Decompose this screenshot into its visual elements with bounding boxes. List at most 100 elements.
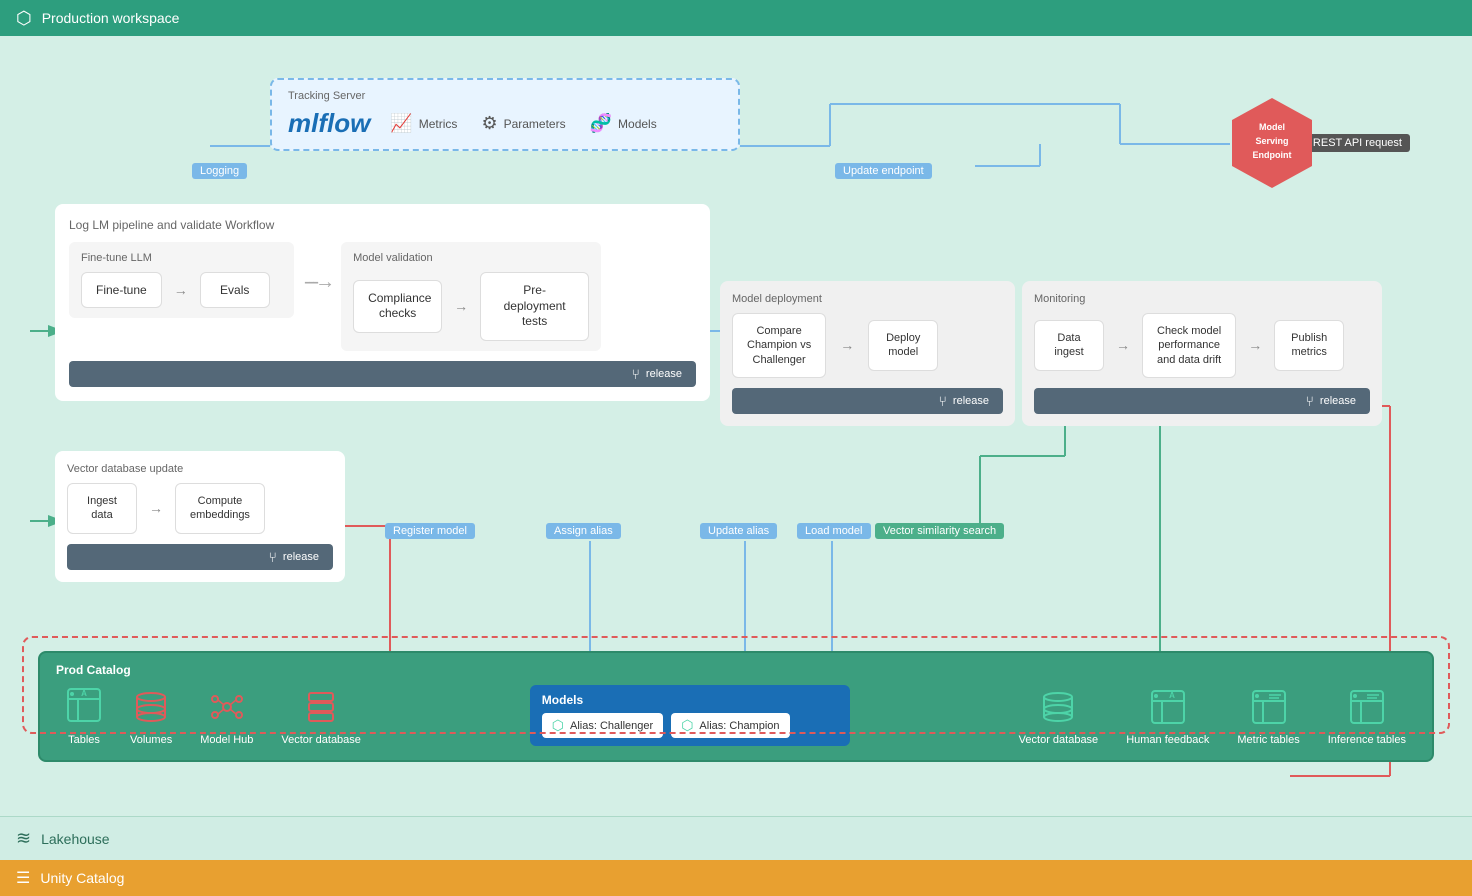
mlflow-parameters: ⚙ Parameters xyxy=(481,113,565,134)
fine-tune-step2: Evals xyxy=(200,272,270,308)
data-ingest: Data ingest xyxy=(1034,320,1104,371)
monitoring-title: Monitoring xyxy=(1034,293,1370,305)
prod-catalog-title: Prod Catalog xyxy=(56,663,1416,677)
tables-icon: A xyxy=(66,687,102,730)
release-icon-2: ⑂ xyxy=(939,393,947,409)
dashed-connector: - - -→ xyxy=(304,242,331,302)
arrow1: → xyxy=(174,282,188,298)
vector-db-title: Vector database update xyxy=(67,463,333,475)
workflow-box: Log LM pipeline and validate Workflow Fi… xyxy=(55,204,710,401)
arrow4: → xyxy=(1116,337,1130,353)
svg-text:Serving: Serving xyxy=(1255,136,1288,146)
unity-catalog-title: Unity Catalog xyxy=(40,870,124,886)
svg-text:Endpoint: Endpoint xyxy=(1253,150,1292,160)
deploy-title: Model deployment xyxy=(732,293,1003,305)
fine-tune-section: Fine-tune LLM Fine-tune → Evals xyxy=(69,242,294,318)
workflow-release-bar: ⑂ release xyxy=(69,361,696,387)
mlflow-metrics: 📈 Metrics xyxy=(390,113,457,134)
check-model-performance: Check model performance and data drift xyxy=(1142,313,1236,378)
volumes-label: Volumes xyxy=(130,734,172,746)
model-hub-label: Model Hub xyxy=(200,734,253,746)
mlflow-logo: mlflow xyxy=(288,108,370,139)
workspace-icon: ⬡ xyxy=(16,8,32,29)
assign-alias-badge: Assign alias xyxy=(546,523,621,539)
monitor-release-bar: ⑂ release xyxy=(1034,388,1370,414)
release-icon-4: ⑂ xyxy=(269,549,277,565)
model-val-title: Model validation xyxy=(353,252,589,264)
workflow-title: Log LM pipeline and validate Workflow xyxy=(69,218,696,232)
workspace-title: Production workspace xyxy=(42,10,180,26)
model-aliases: ⬡ Alias: Challenger ⬡ Alias: Champion xyxy=(542,713,838,738)
compute-embeddings: Compute embeddings xyxy=(175,483,265,534)
vector-similarity-badge: Vector similarity search xyxy=(875,523,1004,539)
compare-champion: Compare Champion vs Challenger xyxy=(732,313,826,378)
alias-champion: ⬡ Alias: Champion xyxy=(671,713,789,738)
prod-catalog: Prod Catalog A Tables xyxy=(38,651,1434,762)
human-feedback-icon: A xyxy=(1150,689,1186,730)
release-icon-3: ⑂ xyxy=(1306,393,1314,409)
metric-tables-icon xyxy=(1251,689,1287,730)
deploy-release-bar: ⑂ release xyxy=(732,388,1003,414)
top-bar: ⬡ Production workspace xyxy=(0,0,1472,36)
publish-metrics: Publish metrics xyxy=(1274,320,1344,371)
champion-icon: ⬡ xyxy=(681,717,693,734)
update-alias-badge: Update alias xyxy=(700,523,777,539)
ingest-data: Ingest data xyxy=(67,483,137,534)
catalog-tables: A Tables xyxy=(56,687,112,746)
hexagon-shape: Model Serving Endpoint xyxy=(1232,98,1312,188)
release-label-1: release xyxy=(646,368,682,380)
vector-release-bar: ⑂ release xyxy=(67,544,333,570)
arrow2: → xyxy=(454,298,468,314)
catalog-human-feedback: A Human feedback xyxy=(1116,689,1219,746)
models-section: Models ⬡ Alias: Challenger ⬡ Alias: Cham… xyxy=(530,685,850,746)
fine-tune-title: Fine-tune LLM xyxy=(81,252,282,264)
catalog-volumes: Volumes xyxy=(120,689,182,746)
release-label-4: release xyxy=(283,551,319,563)
lakehouse-bar: ≋ Lakehouse xyxy=(0,816,1472,860)
release-label-3: release xyxy=(1320,395,1356,407)
pre-deployment-tests: Pre-deployment tests xyxy=(480,272,589,341)
register-model-badge: Register model xyxy=(385,523,475,539)
vector-db-box: Vector database update Ingest data → Com… xyxy=(55,451,345,582)
model-hub-icon xyxy=(209,689,245,730)
model-serving-endpoint: Model Serving Endpoint xyxy=(1232,98,1312,188)
model-validation-section: Model validation Compliance checks → Pre… xyxy=(341,242,601,351)
tables-label: Tables xyxy=(68,734,100,746)
lakehouse-icon: ≋ xyxy=(16,828,31,849)
monitoring-box: Monitoring Data ingest → Check model per… xyxy=(1022,281,1382,426)
mlflow-models: 🧬 Models xyxy=(590,113,657,134)
release-icon-1: ⑂ xyxy=(632,366,640,382)
models-title: Models xyxy=(542,693,838,707)
alias-challenger: ⬡ Alias: Challenger xyxy=(542,713,663,738)
mlflow-box: Tracking Server mlflow 📈 Metrics ⚙ Param… xyxy=(270,78,740,151)
catalog-inference-tables: Inference tables xyxy=(1318,689,1416,746)
load-model-badge: Load model xyxy=(797,523,871,539)
challenger-icon: ⬡ xyxy=(552,717,564,734)
arrow6: → xyxy=(149,500,163,516)
rest-api-badge: REST API request xyxy=(1305,134,1410,152)
catalog-metric-tables: Metric tables xyxy=(1227,689,1309,746)
vector-db-label: Vector database xyxy=(281,734,361,746)
unity-catalog-icon: ☰ xyxy=(16,868,30,888)
catalog-vector-db-right: Vector database xyxy=(1009,689,1109,746)
unity-catalog-bar: ☰ Unity Catalog xyxy=(0,860,1472,896)
svg-text:Model: Model xyxy=(1259,122,1285,132)
inference-tables-icon xyxy=(1349,689,1385,730)
svg-text:A: A xyxy=(1169,691,1175,700)
vector-db-right-icon xyxy=(1040,689,1076,730)
update-endpoint-badge: Update endpoint xyxy=(835,163,932,179)
deploy-model: Deploy model xyxy=(868,320,938,371)
arrow5: → xyxy=(1248,337,1262,353)
catalog-model-hub: Model Hub xyxy=(190,689,263,746)
main-area: Tracking Server mlflow 📈 Metrics ⚙ Param… xyxy=(0,36,1472,816)
metric-tables-label: Metric tables xyxy=(1237,734,1299,746)
catalog-vector-db: Vector database xyxy=(271,689,371,746)
lakehouse-title: Lakehouse xyxy=(41,831,110,847)
arrow3: → xyxy=(840,337,854,353)
fine-tune-step1: Fine-tune xyxy=(81,272,162,308)
logging-badge: Logging xyxy=(192,163,247,179)
inference-tables-label: Inference tables xyxy=(1328,734,1406,746)
vector-db-icon xyxy=(303,689,339,730)
human-feedback-label: Human feedback xyxy=(1126,734,1209,746)
release-label-2: release xyxy=(953,395,989,407)
